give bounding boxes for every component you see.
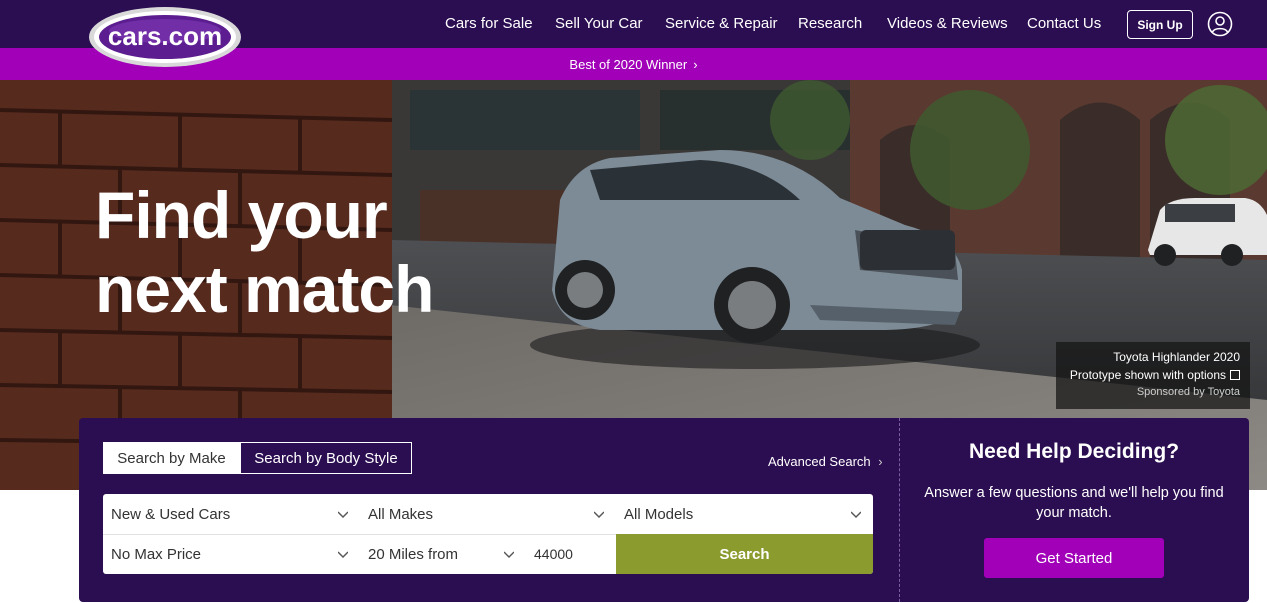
sponsor-card[interactable]: Toyota Highlander 2020 Prototype shown w… <box>1056 342 1250 409</box>
nav-sell-your-car[interactable]: Sell Your Car <box>555 15 643 32</box>
sponsor-model: Toyota Highlander 2020 <box>1113 350 1240 364</box>
chevron-down-icon <box>504 551 514 558</box>
model-value: All Models <box>624 505 694 523</box>
chevron-down-icon <box>851 511 861 518</box>
sponsor-note-text: Prototype shown with options <box>1069 368 1226 382</box>
price-value: No Max Price <box>111 545 202 563</box>
chevron-right-icon: › <box>693 56 698 72</box>
external-link-icon <box>1230 370 1240 380</box>
tab-search-by-make[interactable]: Search by Make <box>103 442 240 474</box>
get-started-button[interactable]: Get Started <box>984 538 1164 578</box>
price-select[interactable]: No Max Price <box>103 534 360 574</box>
chevron-down-icon <box>338 511 348 518</box>
stock-type-select[interactable]: New & Used Cars <box>103 494 360 534</box>
hero-headline-line-2: next match <box>95 252 434 326</box>
sponsor-line: Sponsored by Toyota <box>1136 386 1240 398</box>
help-title: Need Help Deciding? <box>968 440 1180 463</box>
nav-cars-for-sale[interactable]: Cars for Sale <box>445 15 533 32</box>
promo-label: Best of 2020 Winner <box>569 56 688 72</box>
cars-com-logo[interactable]: cars.com <box>87 5 243 68</box>
distance-select[interactable]: 20 Miles from <box>360 534 526 574</box>
help-text: Answer a few questions and we'll help yo… <box>924 485 1224 521</box>
sign-up-button[interactable]: Sign Up <box>1127 10 1193 39</box>
search-button[interactable]: Search <box>616 534 873 574</box>
tab-search-by-body-style[interactable]: Search by Body Style <box>240 442 412 474</box>
stock-type-value: New & Used Cars <box>111 505 231 523</box>
user-icon[interactable] <box>1207 11 1233 37</box>
distance-value: 20 Miles from <box>368 545 459 563</box>
nav-service-repair[interactable]: Service & Repair <box>665 15 778 32</box>
nav-videos-reviews[interactable]: Videos & Reviews <box>887 15 1008 32</box>
chevron-down-icon <box>594 511 604 518</box>
make-value: All Makes <box>368 505 434 523</box>
zip-input[interactable]: 44000 <box>526 534 616 574</box>
nav-contact-us[interactable]: Contact Us <box>1027 15 1101 32</box>
hero-headline: Find your next match <box>95 178 434 326</box>
nav-research[interactable]: Research <box>798 15 862 32</box>
search-form: New & Used Cars All Makes All Models No … <box>103 494 873 574</box>
chevron-right-icon: › <box>878 454 883 469</box>
model-select[interactable]: All Models <box>616 494 873 534</box>
chevron-down-icon <box>338 551 348 558</box>
make-select[interactable]: All Makes <box>360 494 616 534</box>
sponsor-note: Prototype shown with options <box>1056 365 1240 385</box>
advanced-search-label: Advanced Search <box>768 454 871 469</box>
advanced-search-link[interactable]: Advanced Search › <box>768 454 883 469</box>
hero-headline-line-1: Find your <box>95 178 388 252</box>
svg-text:cars.com: cars.com <box>108 21 222 51</box>
